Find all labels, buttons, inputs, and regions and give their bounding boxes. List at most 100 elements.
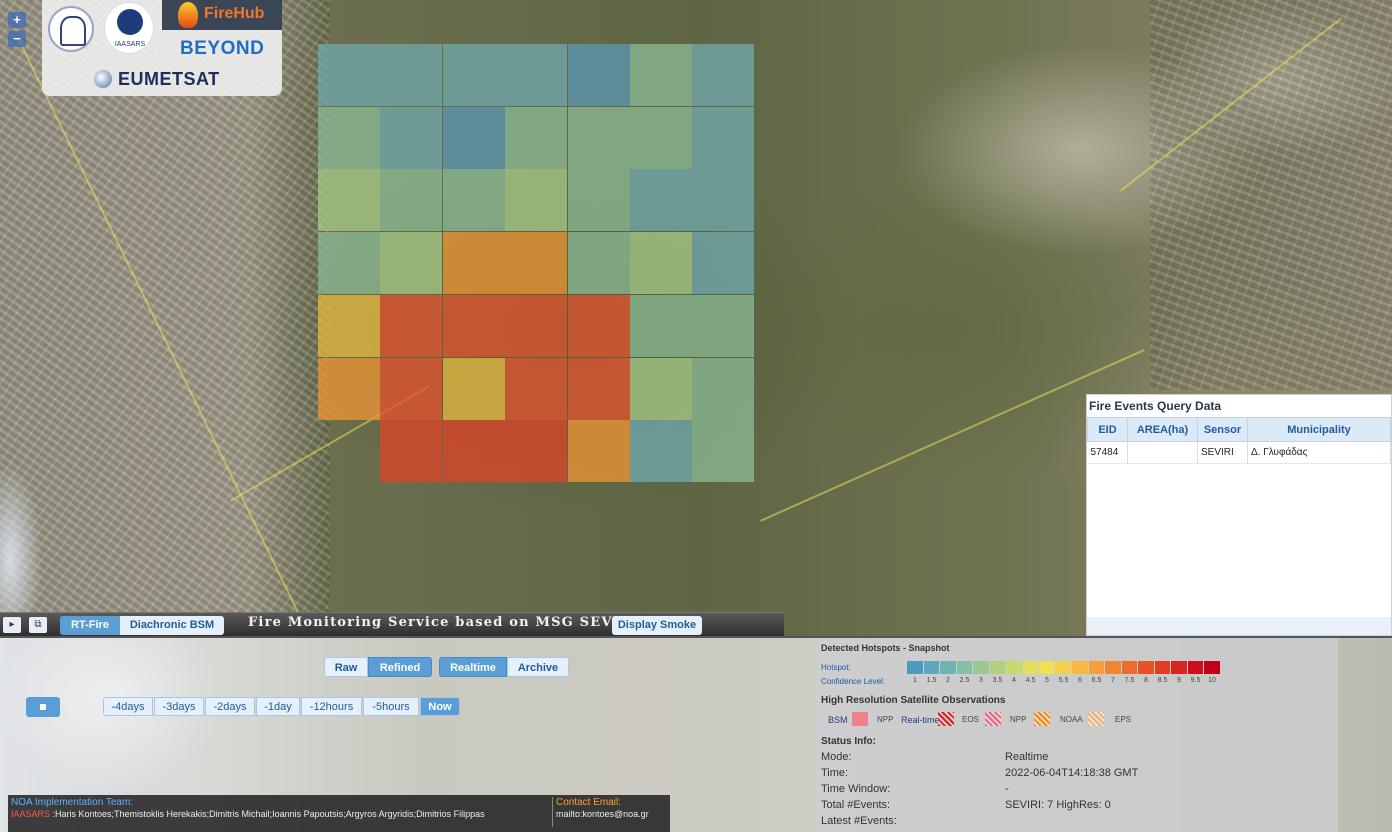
hotspot-cell[interactable] [380,420,443,483]
hotspot-cell[interactable] [318,169,380,232]
npp2-label: NPP [1010,715,1027,724]
hotspot-cell[interactable] [692,357,755,420]
hotspot-label: Hotspot: [821,663,851,672]
hotspot-cell[interactable] [442,357,505,420]
hotspot-cell[interactable] [692,44,755,106]
hotspot-cell[interactable] [380,44,443,106]
time-minus-1day-button[interactable]: -1day [256,697,300,716]
raw-button[interactable]: Raw [324,657,368,677]
eos-label: EOS [962,715,979,724]
stop-icon [40,704,46,710]
hotspot-cell[interactable] [442,420,505,483]
hotspot-cell[interactable] [630,44,692,106]
hotspot-cell[interactable] [505,169,568,232]
confidence-scale-swatch [1105,661,1121,674]
hotspot-cell[interactable] [567,294,630,357]
firehub-logo: FireHub [162,0,282,30]
hotspot-cell[interactable] [442,169,505,232]
time-minus-2days-button[interactable]: -2days [205,697,255,716]
hotspot-cell[interactable] [380,357,443,420]
hotspot-cell[interactable] [318,294,380,357]
confidence-scale-swatch [1204,661,1220,674]
noa-logo [48,6,94,52]
confidence-scale-label: 2 [946,677,950,684]
hotspot-cell[interactable] [630,294,692,357]
confidence-scale-swatch [907,661,923,674]
hotspot-cell[interactable] [505,357,568,420]
bsm-npp-swatch [852,712,868,726]
coastline [0,420,60,636]
hotspot-cell[interactable] [692,294,755,357]
hotspot-cell[interactable] [318,232,380,295]
hotspot-confidence-grid[interactable] [318,44,755,483]
archive-button[interactable]: Archive [507,657,569,677]
hotspot-cell[interactable] [567,106,630,169]
hotspot-cell[interactable] [692,106,755,169]
tab-diachronic-bsm[interactable]: Diachronic BSM [120,616,224,635]
hotspot-cell[interactable] [380,294,443,357]
zoom-in-button[interactable]: + [8,12,26,28]
zoom-out-button[interactable]: − [8,31,26,47]
column-header-municipality[interactable]: Municipality [1247,417,1391,442]
time-now-button[interactable]: Now [420,697,460,716]
confidence-scale-label: 8.5 [1157,677,1168,684]
confidence-scale-label: 7.5 [1124,677,1135,684]
status-title: Status Info: [821,736,876,747]
hotspot-cell[interactable] [318,106,380,169]
table-row[interactable]: 57484 SEVIRI Δ. Γλυφάδας [1087,441,1391,464]
npp-swatch [985,712,1001,726]
hotspot-cell[interactable] [692,169,755,232]
status-mode-key: Mode: [821,751,852,763]
time-minus-5hours-button[interactable]: -5hours [363,697,419,716]
hotspot-cell[interactable] [630,106,692,169]
team-institute: IAASARS [11,809,51,819]
hotspot-cell[interactable] [505,44,568,106]
hotspot-cell[interactable] [380,232,443,295]
column-header-area[interactable]: AREA(ha) [1127,417,1198,442]
hotspot-cell[interactable] [442,44,505,106]
hotspot-cell[interactable] [567,44,630,106]
hotspot-cell[interactable] [630,169,692,232]
hotspot-cell[interactable] [318,44,380,106]
hotspot-cell[interactable] [692,420,755,483]
time-minus-4days-button[interactable]: -4days [103,697,153,716]
stop-playback-button[interactable] [26,697,60,717]
hotspot-cell[interactable] [442,294,505,357]
events-table: EID AREA(ha) Sensor Municipality 57484 S… [1087,417,1391,464]
hotspot-cell[interactable] [567,169,630,232]
confidence-scale-swatch [1055,661,1071,674]
hotspot-cell[interactable] [380,106,443,169]
panel-footer [1087,617,1391,635]
hotspot-cell[interactable] [505,420,568,483]
realtime-label: Real-time [901,715,940,725]
hotspot-cell[interactable] [442,106,505,169]
credits-bar: NOA Implementation Team: IAASARS :Haris … [8,795,670,832]
hotspot-cell[interactable] [505,294,568,357]
hotspot-cell[interactable] [567,420,630,483]
column-header-eid[interactable]: EID [1087,417,1128,442]
hotspot-cell[interactable] [567,232,630,295]
hotspot-cell[interactable] [692,232,755,295]
layers-tool-button[interactable]: ⧉ [29,617,47,633]
time-minus-3days-button[interactable]: -3days [154,697,204,716]
hotspot-cell[interactable] [318,357,380,420]
service-title: Fire Monitoring Service based on MSG SEV… [248,615,640,630]
hotspot-cell[interactable] [567,357,630,420]
time-minus-12hours-button[interactable]: -12hours [301,697,362,716]
hotspot-cell[interactable] [505,232,568,295]
refined-button[interactable]: Refined [368,657,432,677]
hotspot-cell[interactable] [630,357,692,420]
contact-email-link[interactable]: mailto:kontoes@noa.gr [556,809,649,819]
hotspot-cell[interactable] [630,232,692,295]
hotspot-cell[interactable] [630,420,692,483]
realtime-button[interactable]: Realtime [439,657,507,677]
tab-rt-fire[interactable]: RT-Fire [60,616,120,635]
service-toolbar: ▸ ⧉ RT-Fire Diachronic BSM Fire Monitori… [0,612,784,636]
hotspot-cell[interactable] [505,106,568,169]
pointer-tool-button[interactable]: ▸ [3,617,21,633]
column-header-sensor[interactable]: Sensor [1197,417,1248,442]
hotspot-cell[interactable] [442,232,505,295]
hotspot-cell[interactable] [380,169,443,232]
status-time-key: Time: [821,767,849,779]
display-smoke-button[interactable]: Display Smoke [612,616,702,635]
